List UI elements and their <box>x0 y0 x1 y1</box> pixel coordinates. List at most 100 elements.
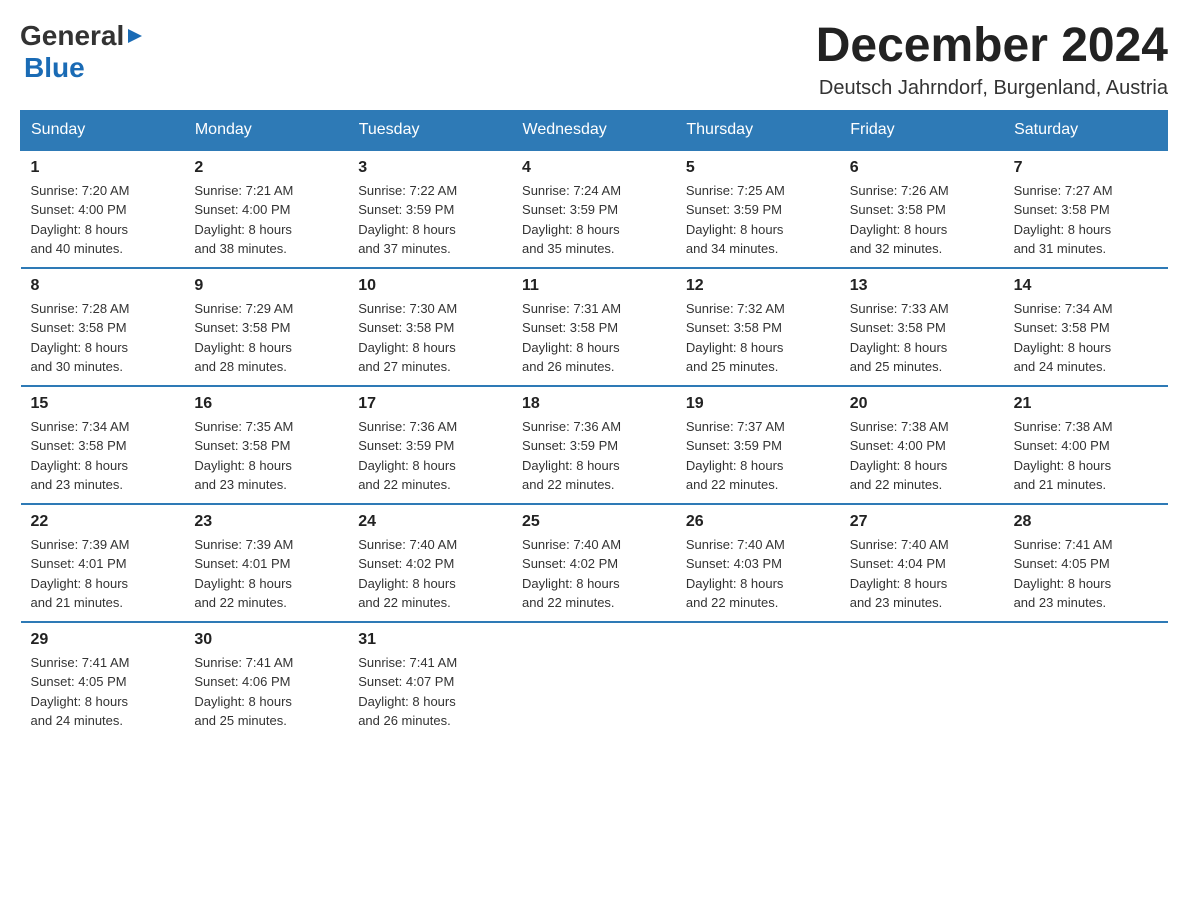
day-number: 18 <box>522 395 666 413</box>
day-info: Sunrise: 7:27 AM Sunset: 3:58 PM Dayligh… <box>1014 181 1158 259</box>
day-number: 26 <box>686 513 830 531</box>
header-tuesday: Tuesday <box>348 110 512 150</box>
table-row: 14 Sunrise: 7:34 AM Sunset: 3:58 PM Dayl… <box>1004 268 1168 386</box>
day-info: Sunrise: 7:25 AM Sunset: 3:59 PM Dayligh… <box>686 181 830 259</box>
table-row: 31 Sunrise: 7:41 AM Sunset: 4:07 PM Dayl… <box>348 622 512 739</box>
table-row: 27 Sunrise: 7:40 AM Sunset: 4:04 PM Dayl… <box>840 504 1004 622</box>
table-row: 8 Sunrise: 7:28 AM Sunset: 3:58 PM Dayli… <box>21 268 185 386</box>
table-row: 23 Sunrise: 7:39 AM Sunset: 4:01 PM Dayl… <box>184 504 348 622</box>
day-info: Sunrise: 7:21 AM Sunset: 4:00 PM Dayligh… <box>194 181 338 259</box>
day-info: Sunrise: 7:41 AM Sunset: 4:05 PM Dayligh… <box>1014 535 1158 613</box>
header-wednesday: Wednesday <box>512 110 676 150</box>
day-number: 15 <box>31 395 175 413</box>
table-row: 5 Sunrise: 7:25 AM Sunset: 3:59 PM Dayli… <box>676 150 840 268</box>
weekday-header-row: Sunday Monday Tuesday Wednesday Thursday… <box>21 110 1168 150</box>
day-number: 5 <box>686 159 830 177</box>
calendar-week-row: 8 Sunrise: 7:28 AM Sunset: 3:58 PM Dayli… <box>21 268 1168 386</box>
table-row: 19 Sunrise: 7:37 AM Sunset: 3:59 PM Dayl… <box>676 386 840 504</box>
day-info: Sunrise: 7:41 AM Sunset: 4:05 PM Dayligh… <box>31 653 175 731</box>
day-number: 7 <box>1014 159 1158 177</box>
calendar-week-row: 22 Sunrise: 7:39 AM Sunset: 4:01 PM Dayl… <box>21 504 1168 622</box>
table-row: 26 Sunrise: 7:40 AM Sunset: 4:03 PM Dayl… <box>676 504 840 622</box>
day-number: 14 <box>1014 277 1158 295</box>
day-info: Sunrise: 7:31 AM Sunset: 3:58 PM Dayligh… <box>522 299 666 377</box>
logo: General Blue <box>20 20 146 84</box>
header-monday: Monday <box>184 110 348 150</box>
table-row: 13 Sunrise: 7:33 AM Sunset: 3:58 PM Dayl… <box>840 268 1004 386</box>
day-info: Sunrise: 7:20 AM Sunset: 4:00 PM Dayligh… <box>31 181 175 259</box>
day-number: 20 <box>850 395 994 413</box>
day-number: 29 <box>31 631 175 649</box>
table-row: 3 Sunrise: 7:22 AM Sunset: 3:59 PM Dayli… <box>348 150 512 268</box>
table-row: 16 Sunrise: 7:35 AM Sunset: 3:58 PM Dayl… <box>184 386 348 504</box>
title-section: December 2024 Deutsch Jahrndorf, Burgenl… <box>816 20 1168 100</box>
table-row: 22 Sunrise: 7:39 AM Sunset: 4:01 PM Dayl… <box>21 504 185 622</box>
day-number: 13 <box>850 277 994 295</box>
day-info: Sunrise: 7:34 AM Sunset: 3:58 PM Dayligh… <box>31 417 175 495</box>
page-header: General Blue December 2024 Deutsch Jahrn… <box>20 20 1168 100</box>
day-info: Sunrise: 7:41 AM Sunset: 4:06 PM Dayligh… <box>194 653 338 731</box>
day-number: 27 <box>850 513 994 531</box>
day-info: Sunrise: 7:38 AM Sunset: 4:00 PM Dayligh… <box>1014 417 1158 495</box>
day-info: Sunrise: 7:35 AM Sunset: 3:58 PM Dayligh… <box>194 417 338 495</box>
day-number: 2 <box>194 159 338 177</box>
day-info: Sunrise: 7:28 AM Sunset: 3:58 PM Dayligh… <box>31 299 175 377</box>
day-info: Sunrise: 7:40 AM Sunset: 4:02 PM Dayligh… <box>358 535 502 613</box>
table-row: 24 Sunrise: 7:40 AM Sunset: 4:02 PM Dayl… <box>348 504 512 622</box>
day-info: Sunrise: 7:40 AM Sunset: 4:03 PM Dayligh… <box>686 535 830 613</box>
day-info: Sunrise: 7:39 AM Sunset: 4:01 PM Dayligh… <box>31 535 175 613</box>
day-info: Sunrise: 7:39 AM Sunset: 4:01 PM Dayligh… <box>194 535 338 613</box>
table-row: 29 Sunrise: 7:41 AM Sunset: 4:05 PM Dayl… <box>21 622 185 739</box>
day-number: 17 <box>358 395 502 413</box>
table-row: 15 Sunrise: 7:34 AM Sunset: 3:58 PM Dayl… <box>21 386 185 504</box>
table-row: 21 Sunrise: 7:38 AM Sunset: 4:00 PM Dayl… <box>1004 386 1168 504</box>
day-number: 16 <box>194 395 338 413</box>
table-row <box>676 622 840 739</box>
day-info: Sunrise: 7:24 AM Sunset: 3:59 PM Dayligh… <box>522 181 666 259</box>
table-row: 6 Sunrise: 7:26 AM Sunset: 3:58 PM Dayli… <box>840 150 1004 268</box>
table-row: 11 Sunrise: 7:31 AM Sunset: 3:58 PM Dayl… <box>512 268 676 386</box>
table-row <box>840 622 1004 739</box>
day-number: 10 <box>358 277 502 295</box>
day-number: 21 <box>1014 395 1158 413</box>
day-info: Sunrise: 7:40 AM Sunset: 4:04 PM Dayligh… <box>850 535 994 613</box>
day-info: Sunrise: 7:33 AM Sunset: 3:58 PM Dayligh… <box>850 299 994 377</box>
calendar-week-row: 29 Sunrise: 7:41 AM Sunset: 4:05 PM Dayl… <box>21 622 1168 739</box>
day-number: 4 <box>522 159 666 177</box>
table-row: 10 Sunrise: 7:30 AM Sunset: 3:58 PM Dayl… <box>348 268 512 386</box>
day-number: 19 <box>686 395 830 413</box>
day-number: 30 <box>194 631 338 649</box>
day-number: 11 <box>522 277 666 295</box>
table-row: 20 Sunrise: 7:38 AM Sunset: 4:00 PM Dayl… <box>840 386 1004 504</box>
day-info: Sunrise: 7:36 AM Sunset: 3:59 PM Dayligh… <box>358 417 502 495</box>
day-info: Sunrise: 7:22 AM Sunset: 3:59 PM Dayligh… <box>358 181 502 259</box>
day-info: Sunrise: 7:30 AM Sunset: 3:58 PM Dayligh… <box>358 299 502 377</box>
table-row: 9 Sunrise: 7:29 AM Sunset: 3:58 PM Dayli… <box>184 268 348 386</box>
table-row: 18 Sunrise: 7:36 AM Sunset: 3:59 PM Dayl… <box>512 386 676 504</box>
table-row: 17 Sunrise: 7:36 AM Sunset: 3:59 PM Dayl… <box>348 386 512 504</box>
location-subtitle: Deutsch Jahrndorf, Burgenland, Austria <box>816 77 1168 100</box>
day-number: 23 <box>194 513 338 531</box>
day-info: Sunrise: 7:29 AM Sunset: 3:58 PM Dayligh… <box>194 299 338 377</box>
day-number: 9 <box>194 277 338 295</box>
table-row: 1 Sunrise: 7:20 AM Sunset: 4:00 PM Dayli… <box>21 150 185 268</box>
day-info: Sunrise: 7:32 AM Sunset: 3:58 PM Dayligh… <box>686 299 830 377</box>
table-row: 28 Sunrise: 7:41 AM Sunset: 4:05 PM Dayl… <box>1004 504 1168 622</box>
logo-blue-text: Blue <box>24 52 85 84</box>
day-info: Sunrise: 7:37 AM Sunset: 3:59 PM Dayligh… <box>686 417 830 495</box>
day-number: 8 <box>31 277 175 295</box>
day-number: 12 <box>686 277 830 295</box>
header-saturday: Saturday <box>1004 110 1168 150</box>
day-number: 28 <box>1014 513 1158 531</box>
logo-general-text: General <box>20 20 124 52</box>
day-number: 22 <box>31 513 175 531</box>
day-number: 3 <box>358 159 502 177</box>
table-row: 2 Sunrise: 7:21 AM Sunset: 4:00 PM Dayli… <box>184 150 348 268</box>
table-row <box>512 622 676 739</box>
header-thursday: Thursday <box>676 110 840 150</box>
calendar-week-row: 15 Sunrise: 7:34 AM Sunset: 3:58 PM Dayl… <box>21 386 1168 504</box>
day-info: Sunrise: 7:36 AM Sunset: 3:59 PM Dayligh… <box>522 417 666 495</box>
day-info: Sunrise: 7:40 AM Sunset: 4:02 PM Dayligh… <box>522 535 666 613</box>
day-info: Sunrise: 7:41 AM Sunset: 4:07 PM Dayligh… <box>358 653 502 731</box>
calendar-week-row: 1 Sunrise: 7:20 AM Sunset: 4:00 PM Dayli… <box>21 150 1168 268</box>
